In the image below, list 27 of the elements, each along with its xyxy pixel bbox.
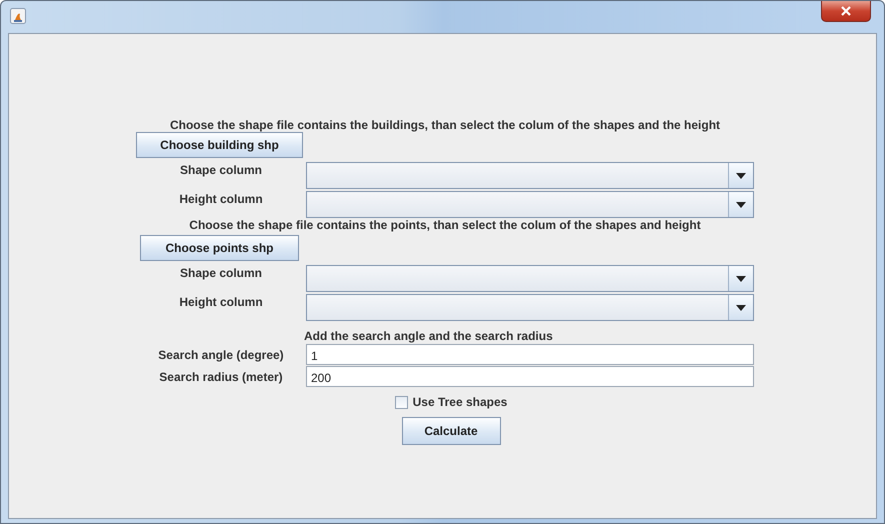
field-label: Height column	[178, 294, 264, 310]
dropdown[interactable]	[306, 191, 754, 218]
field-label: Search angle (degree)	[157, 346, 285, 362]
dropdown[interactable]	[306, 294, 754, 321]
calculate-button[interactable]: Calculate	[402, 417, 500, 445]
instruction-text: Choose the shape file contains the points, than select the colum of the shapes and height	[188, 218, 702, 232]
checkbox[interactable]	[394, 396, 408, 408]
dropdown-arrow-icon	[736, 202, 746, 208]
field-label: Search radius (meter)	[158, 368, 284, 384]
instruction-text: Add the search angle and the search radius	[304, 329, 553, 343]
input-field[interactable]: 1	[306, 344, 754, 365]
instruction-text: Choose the shape file contains the buildings, than select the colum of the shapes and the height	[168, 118, 722, 132]
choose-file-button[interactable]: Choose points shp	[140, 235, 299, 261]
field-label: Height column	[178, 191, 264, 207]
app-icon	[10, 8, 26, 24]
close-icon	[841, 6, 851, 16]
checkbox-label: Use Tree shapes	[412, 395, 508, 409]
choose-file-button[interactable]: Choose building shp	[136, 132, 303, 158]
close-button[interactable]	[821, 1, 871, 22]
input-field[interactable]: 200	[306, 366, 754, 387]
dropdown[interactable]	[306, 162, 754, 189]
dropdown-arrow-icon	[736, 276, 746, 282]
dropdown-arrow-icon	[736, 172, 746, 178]
dropdown[interactable]	[306, 265, 754, 292]
dropdown-arrow-icon	[736, 304, 746, 310]
field-label: Shape column	[178, 162, 263, 178]
field-label: Shape column	[178, 265, 263, 281]
